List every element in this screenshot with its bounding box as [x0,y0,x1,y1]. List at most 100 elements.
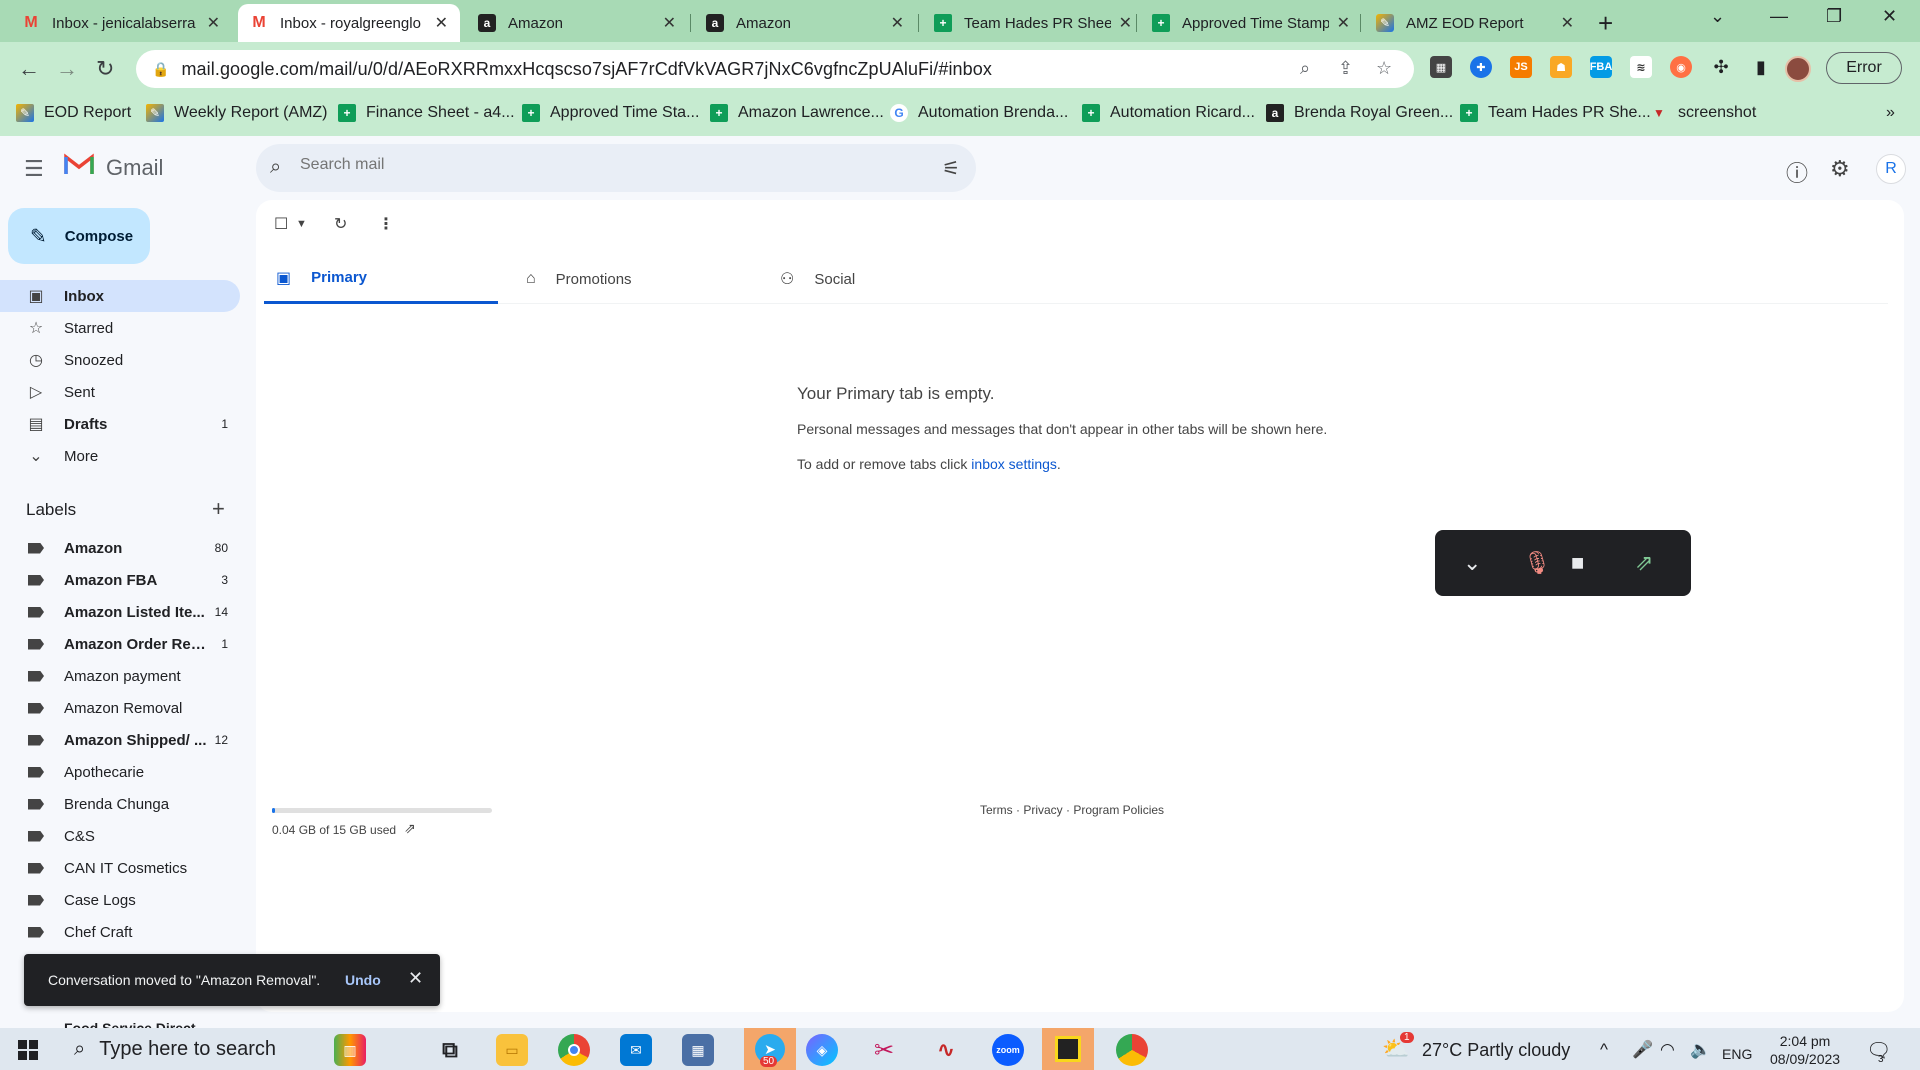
label-item[interactable]: Amazon 80 [0,532,240,564]
chrome-icon[interactable] [558,1034,590,1066]
taskbar-search[interactable]: ⌕ Type here to search [60,1028,420,1070]
sidebar-item-more[interactable]: ⌄ More [0,440,240,472]
label-item[interactable]: Amazon payment [0,660,240,692]
qr-extension-icon[interactable]: ▦ [1430,56,1452,78]
browser-tab[interactable]: ✎ AMZ EOD Report ✕ [1364,4,1586,42]
browser-tab[interactable]: a Amazon ✕ [466,4,688,42]
zoom-icon[interactable]: ⌕ [1300,58,1310,79]
bookmark-item[interactable]: + Finance Sheet - a4... [338,104,515,122]
chevron-down-icon[interactable]: ⌄ [1463,550,1481,576]
microphone-muted-icon[interactable]: 🎙 [1523,550,1551,576]
bookmark-item[interactable]: ✎ EOD Report [16,104,131,122]
language-indicator[interactable]: ENG [1722,1046,1752,1062]
forward-icon[interactable]: → [56,56,78,82]
snipping-tool-icon[interactable]: ✂ [868,1034,900,1066]
label-item[interactable]: Amazon Removal [0,692,240,724]
open-in-new-icon[interactable]: ⇗ [404,820,416,837]
search-icon[interactable]: ⌕ [270,156,281,179]
label-item[interactable]: Amazon Listed Ite... 14 [0,596,240,628]
mail-icon[interactable]: ✉ [620,1034,652,1066]
inbox-settings-link[interactable]: inbox settings [971,456,1057,472]
browser-tab[interactable]: + Team Hades PR Sheet ✕ [922,4,1144,42]
label-item-partial[interactable]: Food Service Direct [64,1020,196,1028]
label-item[interactable]: C&S [0,820,240,852]
sidebar-item-sent[interactable]: ▷ Sent [0,376,240,408]
sidebar-item-drafts[interactable]: ▤ Drafts 1 [0,408,240,440]
tab-search-icon[interactable]: ⌄ [1710,6,1725,27]
sidebar-item-starred[interactable]: ☆ Starred [0,312,240,344]
task-view-icon[interactable]: ⧉ [434,1034,466,1066]
bookmark-item[interactable]: ✎ Weekly Report (AMZ) [146,104,328,122]
label-item[interactable]: Amazon Shipped/ ... 12 [0,724,240,756]
label-item[interactable]: Case Logs [0,884,240,916]
chevron-up-icon[interactable]: ^ [1600,1040,1608,1060]
sidebar-item-snoozed[interactable]: ◷ Snoozed [0,344,240,376]
close-tab-icon[interactable]: ✕ [1561,13,1574,33]
calculator-icon[interactable]: ▦ [682,1034,714,1066]
close-tab-icon[interactable]: ✕ [435,13,448,33]
bookmark-item[interactable]: a Brenda Royal Green... [1266,104,1453,122]
share-icon[interactable]: ⇪ [1338,58,1353,79]
zoom-icon[interactable]: zoom [992,1034,1024,1066]
extension-icon[interactable]: ◉ [1670,56,1692,78]
fba-extension-icon[interactable]: FBA [1590,56,1612,78]
sidebar-item-inbox[interactable]: ▣ Inbox [0,280,240,312]
bookmark-item[interactable]: + Approved Time Sta... [522,104,699,122]
settings-gear-icon[interactable]: ⚙ [1830,156,1850,182]
sticky-notes-icon[interactable] [1042,1028,1094,1070]
side-panel-icon[interactable]: ▮ [1750,56,1772,78]
close-tab-icon[interactable]: ✕ [1337,13,1350,33]
label-item[interactable]: Amazon FBA 3 [0,564,240,596]
close-tab-icon[interactable]: ✕ [1119,13,1132,33]
tab-social[interactable]: ⚇ Social [768,254,1002,304]
account-avatar[interactable]: R [1876,154,1906,184]
weather-text[interactable]: 27°C Partly cloudy [1422,1040,1570,1061]
extension-icon[interactable]: ✚ [1470,56,1492,78]
file-explorer-icon[interactable]: ▭ [496,1034,528,1066]
bookmark-star-icon[interactable]: ☆ [1376,58,1392,79]
copilot-icon[interactable]: ◈ [806,1034,838,1066]
select-dropdown-icon[interactable]: ▼ [296,218,307,230]
bookmark-item[interactable]: + Automation Ricard... [1082,104,1255,122]
profile-avatar[interactable] [1785,56,1811,82]
tab-primary[interactable]: ▣ Primary [264,254,498,304]
reload-icon[interactable]: ↻ [96,56,114,82]
profile-error-button[interactable]: Error [1826,52,1902,84]
search-options-icon[interactable]: ⚟ [942,156,960,181]
label-item[interactable]: Apothecarie [0,756,240,788]
wifi-icon[interactable]: ◠ [1660,1040,1675,1060]
bookmark-item[interactable]: + Amazon Lawrence... [710,104,884,122]
back-icon[interactable]: ← [18,56,40,82]
browser-tab[interactable]: + Approved Time Stamp ✕ [1140,4,1362,42]
volume-icon[interactable]: 🔈 [1690,1040,1711,1060]
address-bar[interactable]: 🔒 mail.google.com/mail/u/0/d/AEoRXRRmxxH… [136,50,1414,88]
more-options-icon[interactable]: ⋮ [378,214,394,234]
compose-button[interactable]: ✎ Compose [8,208,150,264]
close-icon[interactable]: ✕ [408,968,423,989]
label-item[interactable]: Brenda Chunga [0,788,240,820]
url-text[interactable]: mail.google.com/mail/u/0/d/AEoRXRRmxxHcq… [181,59,992,80]
close-tab-icon[interactable]: ✕ [663,13,676,33]
bookmark-item[interactable]: ▼ screenshot [1650,104,1756,122]
close-window-icon[interactable]: ✕ [1882,6,1897,27]
undo-button[interactable]: Undo [345,972,381,988]
open-in-new-icon[interactable]: ⇗ [1635,550,1653,576]
system-clock[interactable]: 2:04 pm 08/09/2023 [1770,1032,1840,1068]
activity-monitor-icon[interactable]: ∿ [930,1034,962,1066]
menu-icon[interactable]: ☰ [24,156,44,182]
chrome-profile-icon[interactable] [1116,1034,1148,1066]
video-camera-icon[interactable]: ■ [1571,550,1584,576]
bookmark-item[interactable]: G Automation Brenda... [890,104,1068,122]
label-item[interactable]: Amazon Order Refu... 1 [0,628,240,660]
extension-icon[interactable]: ☗ [1550,56,1572,78]
add-label-icon[interactable]: + [212,496,225,522]
tab-promotions[interactable]: ⌂ Promotions [514,254,748,304]
extension-icon[interactable]: ≋ [1630,56,1652,78]
label-item[interactable]: CAN IT Cosmetics [0,852,240,884]
puzzle-icon[interactable]: ✣ [1710,56,1732,78]
search-highlight-icon[interactable]: ▥ [334,1034,366,1066]
footer-links[interactable]: Terms · Privacy · Program Policies [980,803,1164,817]
close-tab-icon[interactable]: ✕ [891,13,904,33]
new-tab-icon[interactable]: + [1598,8,1613,39]
browser-tab[interactable]: M Inbox - jenicalabserra ✕ [10,4,232,42]
